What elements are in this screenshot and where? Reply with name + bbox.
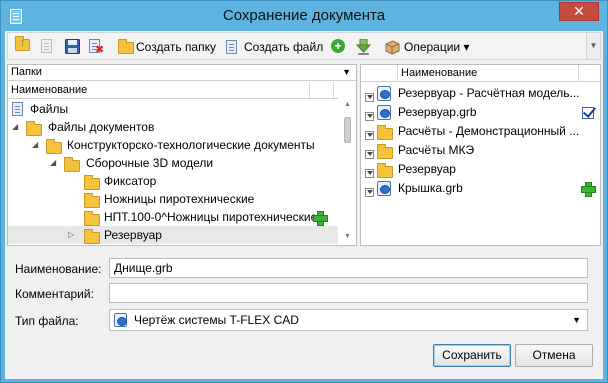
folders-panel-title: Папки xyxy=(11,66,42,78)
file-row-label: Резервуар xyxy=(398,162,456,176)
folders-scrollbar[interactable]: ▲ ▼ xyxy=(341,99,355,245)
folders-panel-dropdown-icon[interactable]: ▼ xyxy=(342,65,351,80)
file-type-value: Чертёж системы T-FLEX CAD xyxy=(134,313,299,327)
toolbar: ↑ ✖ Создать папку Создать файл + Операци… xyxy=(7,32,601,60)
file-row-label: Расчёты - Демонстрационный ... xyxy=(398,124,580,138)
tree-item-document-files[interactable]: ◢ Файлы документов xyxy=(8,118,338,136)
tflex-drawing-icon xyxy=(114,313,127,333)
create-file-button[interactable]: Создать файл xyxy=(244,40,323,54)
folders-column-name: Наименование xyxy=(11,84,88,96)
tree-item-pyro-scissors[interactable]: Ножницы пиротехнические xyxy=(8,190,338,208)
file-row[interactable]: Резервуар xyxy=(361,160,600,179)
name-label: Наименование: xyxy=(15,262,102,276)
file-row[interactable]: Крышка.grb xyxy=(361,179,600,198)
file-row[interactable]: Расчёты - Демонстрационный ... xyxy=(361,122,600,141)
comment-input[interactable] xyxy=(109,283,588,303)
operations-label: Операции xyxy=(404,40,461,54)
file-row[interactable]: Расчёты МКЭ xyxy=(361,141,600,160)
tree-item-files[interactable]: Файлы xyxy=(8,100,338,118)
tree-item-label: Файлы xyxy=(30,102,69,116)
files-column-name: Наименование xyxy=(401,67,478,79)
tree-item-assembly-3d-models[interactable]: ◢ Сборочные 3D модели xyxy=(8,154,338,172)
new-file-icon[interactable] xyxy=(226,39,242,55)
tree-item-label: Файлы документов xyxy=(48,120,155,134)
tree-item-fixator[interactable]: Фиксатор xyxy=(8,172,338,190)
dialog-body: ↑ ✖ Создать папку Создать файл + Операци… xyxy=(5,31,603,379)
name-input[interactable] xyxy=(109,258,588,278)
folders-column-header[interactable]: Наименование xyxy=(8,82,338,99)
operations-menu-button[interactable]: Операции ▾ xyxy=(404,40,470,54)
tree-item-label: Резервуар xyxy=(104,228,162,242)
column-separator xyxy=(578,65,579,81)
operations-icon[interactable] xyxy=(384,39,400,55)
tree-item-label: Ножницы пиротехнические xyxy=(104,192,255,206)
delete-file-icon[interactable]: ✖ xyxy=(89,39,105,56)
file-row-label: Крышка.grb xyxy=(398,181,463,195)
scroll-up-icon[interactable]: ▲ xyxy=(344,101,351,108)
file-row[interactable]: Резервуар.grb xyxy=(361,103,600,122)
create-folder-button[interactable]: Создать папку xyxy=(136,40,216,54)
tree-item-reservoir[interactable]: ▷ Резервуар xyxy=(8,226,338,244)
row-expander-icon[interactable] xyxy=(365,184,374,203)
column-separator xyxy=(333,82,334,98)
save-document-dialog: Сохранение документа ✕ ↑ ✖ Создать папку… xyxy=(0,0,608,383)
download-icon[interactable] xyxy=(355,38,372,55)
column-separator xyxy=(397,65,398,81)
tree-item-label: Фиксатор xyxy=(104,174,157,188)
column-separator xyxy=(309,82,310,98)
title-bar[interactable]: Сохранение документа ✕ xyxy=(1,1,607,31)
toolbar-overflow-button[interactable]: ▼ xyxy=(586,33,600,59)
grb-file-icon xyxy=(377,181,391,202)
folder-icon xyxy=(84,229,100,249)
new-icon xyxy=(581,182,596,201)
edit-icon[interactable] xyxy=(41,39,57,55)
operations-dropdown-icon: ▾ xyxy=(463,40,470,54)
file-row[interactable]: Резервуар - Расчётная модель... xyxy=(361,84,600,103)
files-panel: Наименование Резервуар - Расчётная модел… xyxy=(360,64,601,246)
save-button[interactable]: Сохранить xyxy=(433,344,511,367)
tree-item-label: Сборочные 3D модели xyxy=(86,156,214,170)
folders-panel-header[interactable]: Папки ▼ xyxy=(8,65,356,81)
file-row-label: Резервуар - Расчётная модель... xyxy=(398,86,580,100)
tree-item-label: НПТ.100-0^Ножницы пиротехнические xyxy=(104,210,318,224)
save-icon[interactable] xyxy=(65,39,81,55)
scrollbar-thumb[interactable] xyxy=(344,117,351,143)
comment-label: Комментарий: xyxy=(15,287,94,301)
collapse-arrow-icon[interactable]: ◢ xyxy=(50,154,56,172)
chevron-down-icon[interactable]: ▼ xyxy=(572,310,581,330)
collapse-arrow-icon[interactable]: ◢ xyxy=(12,118,18,136)
new-folder-icon[interactable] xyxy=(118,39,134,55)
scroll-down-icon[interactable]: ▼ xyxy=(344,233,351,240)
collapse-arrow-icon[interactable]: ◢ xyxy=(32,136,38,154)
up-folder-icon[interactable]: ↑ xyxy=(15,36,31,55)
file-row-label: Резервуар.grb xyxy=(398,105,477,119)
files-column-header[interactable]: Наименование xyxy=(361,65,600,82)
tree-item-label: Конструкторско-технологические документы xyxy=(67,138,315,152)
file-type-label: Тип файла: xyxy=(15,314,79,328)
file-type-select[interactable]: Чертёж системы T-FLEX CAD ▼ xyxy=(109,309,588,331)
file-row-label: Расчёты МКЭ xyxy=(398,143,475,157)
window-title: Сохранение документа xyxy=(222,7,386,24)
close-button[interactable]: ✕ xyxy=(559,2,599,21)
tree-item-design-tech-docs[interactable]: ◢ Конструкторско-технологические докумен… xyxy=(8,136,338,154)
tree-item-npt-100[interactable]: НПТ.100-0^Ножницы пиротехнические xyxy=(8,208,338,226)
add-circle-icon[interactable]: + xyxy=(331,39,347,55)
cancel-button[interactable]: Отмена xyxy=(515,344,593,367)
expand-arrow-icon[interactable]: ▷ xyxy=(68,226,74,244)
folders-panel: Папки ▼ Наименование Файлы ◢ Файлы докум… xyxy=(7,64,357,246)
